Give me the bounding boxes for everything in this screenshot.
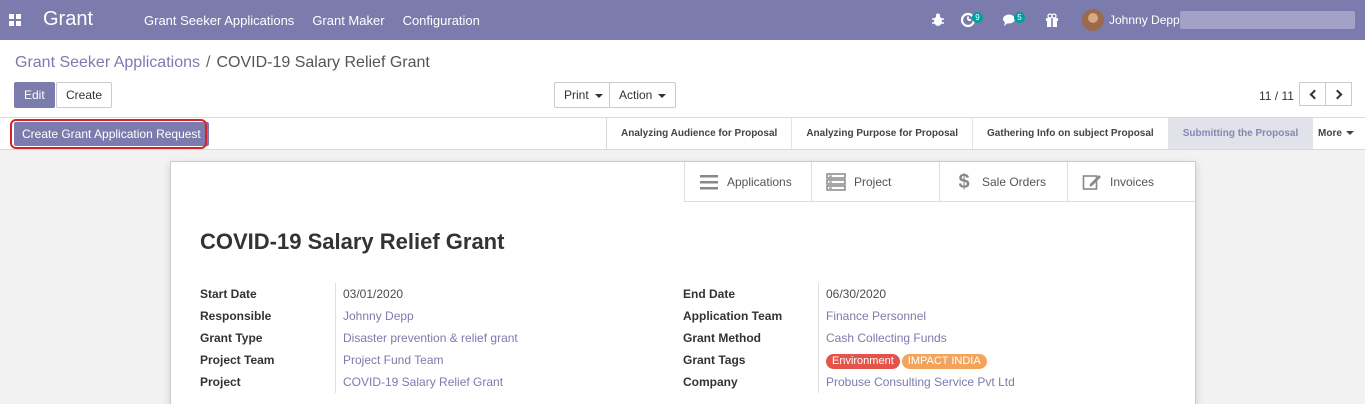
project-team-link[interactable]: Project Fund Team <box>335 349 444 371</box>
breadcrumb: Grant Seeker Applications / COVID-19 Salar… <box>15 54 430 72</box>
project-label: Project <box>854 175 892 189</box>
top-navbar: Grant Grant Seeker Applications Grant Ma… <box>0 0 1365 40</box>
field-row-grant-type: Grant Type Disaster prevention & relief … <box>200 327 518 349</box>
company-link[interactable]: Probuse Consulting Service Pvt Ltd <box>818 371 1015 393</box>
end-date-value: 06/30/2020 <box>818 283 886 305</box>
company-label: Company <box>683 375 738 389</box>
application-team-link[interactable]: Finance Personnel <box>818 305 926 327</box>
breadcrumb-separator: / <box>206 54 211 71</box>
apps-menu-icon[interactable] <box>9 14 21 26</box>
form-sheet: Applications Project $ Sale Orders Invoi… <box>170 161 1196 404</box>
project-team-label: Project Team <box>200 353 275 367</box>
breadcrumb-current: COVID-19 Salary Relief Grant <box>216 54 430 71</box>
action-dropdown[interactable]: Action <box>609 82 677 108</box>
grant-type-link[interactable]: Disaster prevention & relief grant <box>335 327 518 349</box>
stage-analyzing-purpose[interactable]: Analyzing Purpose for Proposal <box>792 118 974 149</box>
applications-label: Applications <box>727 175 792 189</box>
form-statusbar: Create Grant Application Request Analyzi… <box>0 118 1365 150</box>
grant-tags-label: Grant Tags <box>683 353 746 367</box>
user-avatar[interactable] <box>1082 9 1104 31</box>
more-caret-icon <box>1345 131 1354 136</box>
responsible-link[interactable]: Johnny Depp <box>335 305 414 327</box>
start-date-value: 03/01/2020 <box>335 283 403 305</box>
field-row-grant-method: Grant Method Cash Collecting Funds <box>683 327 1015 349</box>
record-title: COVID-19 Salary Relief Grant <box>200 229 505 254</box>
sale-orders-smart-button[interactable]: $ Sale Orders <box>939 162 1067 202</box>
pager-next-button[interactable] <box>1325 82 1352 106</box>
main-menu: Grant Seeker Applications Grant Maker Co… <box>144 13 480 28</box>
bug-icon[interactable] <box>930 12 946 28</box>
print-label: Print <box>564 88 589 102</box>
breadcrumb-parent[interactable]: Grant Seeker Applications <box>15 54 200 71</box>
gift-icon[interactable] <box>1044 12 1060 28</box>
more-label: More <box>1318 128 1342 139</box>
chevron-left-icon <box>1309 89 1319 99</box>
right-field-group: End Date 06/30/2020 Application Team Fin… <box>683 283 1015 393</box>
smart-button-box: Applications Project $ Sale Orders Invoi… <box>684 162 1195 202</box>
field-row-project-team: Project Team Project Fund Team <box>200 349 518 371</box>
menu-item-configuration[interactable]: Configuration <box>403 13 480 28</box>
app-brand[interactable]: Grant <box>43 8 93 31</box>
project-link[interactable]: COVID-19 Salary Relief Grant <box>335 371 503 393</box>
project-label-field: Project <box>200 375 241 389</box>
grant-method-label: Grant Method <box>683 331 761 345</box>
list-icon <box>700 175 718 190</box>
field-row-company: Company Probuse Consulting Service Pvt L… <box>683 371 1015 393</box>
menu-item-grant-maker[interactable]: Grant Maker <box>312 13 384 28</box>
stage-analyzing-audience[interactable]: Analyzing Audience for Proposal <box>607 118 793 149</box>
user-name[interactable]: Johnny Depp <box>1109 13 1180 27</box>
end-date-label: End Date <box>683 287 736 301</box>
database-name-blurred <box>1180 11 1355 29</box>
field-row-start-date: Start Date 03/01/2020 <box>200 283 518 305</box>
highlight-outline <box>10 119 207 149</box>
invoices-smart-button[interactable]: Invoices <box>1067 162 1195 202</box>
control-panel: Grant Seeker Applications / COVID-19 Salar… <box>0 40 1365 118</box>
print-caret-icon <box>594 93 603 98</box>
chevron-right-icon <box>1332 89 1342 99</box>
edit-button[interactable]: Edit <box>14 82 55 108</box>
invoices-label: Invoices <box>1110 175 1155 189</box>
field-row-responsible: Responsible Johnny Depp <box>200 305 518 327</box>
print-dropdown[interactable]: Print <box>554 82 613 108</box>
start-date-label: Start Date <box>200 287 257 301</box>
applications-smart-button[interactable]: Applications <box>684 162 811 202</box>
sale-orders-label: Sale Orders <box>982 175 1047 189</box>
project-smart-button[interactable]: Project <box>811 162 939 202</box>
pager-previous-button[interactable] <box>1299 82 1326 106</box>
stage-pipeline: Analyzing Audience for Proposal Analyzin… <box>606 118 1314 150</box>
stage-submitting-proposal[interactable]: Submitting the Proposal <box>1168 118 1314 149</box>
stage-gathering-info[interactable]: Gathering Info on subject Proposal <box>973 118 1169 149</box>
field-row-application-team: Application Team Finance Personnel <box>683 305 1015 327</box>
action-caret-icon <box>658 93 667 98</box>
action-label: Action <box>619 88 653 102</box>
grant-method-link[interactable]: Cash Collecting Funds <box>818 327 947 349</box>
message-count-badge: 5 <box>1014 12 1025 23</box>
field-row-end-date: End Date 06/30/2020 <box>683 283 1015 305</box>
field-row-grant-tags: Grant Tags Environment IMPACT INDIA <box>683 349 1015 371</box>
field-row-project: Project COVID-19 Salary Relief Grant <box>200 371 518 393</box>
responsible-label: Responsible <box>200 309 272 323</box>
tag-environment[interactable]: Environment <box>826 354 900 369</box>
left-field-group: Start Date 03/01/2020 Responsible Johnny… <box>200 283 518 393</box>
menu-item-grant-seeker-applications[interactable]: Grant Seeker Applications <box>144 13 294 28</box>
pager-value[interactable]: 11 / 11 <box>1259 89 1294 103</box>
grant-tags-value: Environment IMPACT INDIA <box>818 349 989 371</box>
edit-icon <box>1082 175 1101 190</box>
tag-impact-india[interactable]: IMPACT INDIA <box>901 354 987 369</box>
project-icon <box>826 173 846 191</box>
activity-count-badge: 9 <box>972 12 983 23</box>
dollar-icon: $ <box>958 170 970 193</box>
stages-more-dropdown[interactable]: More <box>1318 128 1354 139</box>
grant-type-label: Grant Type <box>200 331 263 345</box>
application-team-label: Application Team <box>683 309 783 323</box>
create-button[interactable]: Create <box>56 82 113 108</box>
